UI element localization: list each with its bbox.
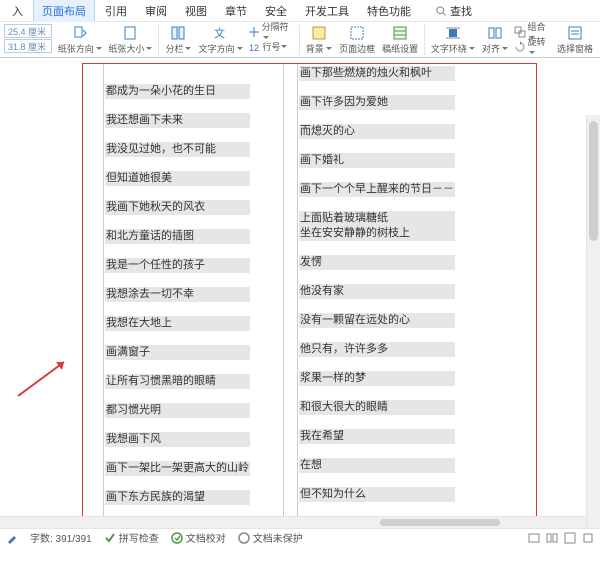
- menu-tabs: 入 页面布局 引用 审阅 视图 章节 安全 开发工具 特色功能 查找: [0, 0, 600, 22]
- page-width-input[interactable]: 25.4 厘米: [4, 24, 52, 38]
- line-numbers-button[interactable]: 12行号: [246, 39, 295, 54]
- text-line[interactable]: 画下那些燃烧的烛火和枫叶: [299, 66, 455, 81]
- margin-line: [103, 64, 104, 537]
- text-line[interactable]: 他只有，许许多多: [299, 342, 455, 357]
- text-line[interactable]: 我是一个任性的孩子: [105, 258, 250, 273]
- paper-size-icon: [122, 25, 138, 41]
- text-line[interactable]: 我画下她秋天的风衣: [105, 200, 250, 215]
- orientation-icon: [72, 25, 88, 41]
- tab-page-layout[interactable]: 页面布局: [33, 0, 95, 22]
- vertical-scrollbar[interactable]: [586, 115, 600, 528]
- text-line[interactable]: 我想涂去一切不幸: [105, 287, 250, 302]
- orientation-button[interactable]: 纸张方向: [55, 24, 105, 56]
- text-wrap-icon: [445, 25, 461, 41]
- spell-check[interactable]: 拼写检查: [104, 530, 159, 545]
- text-column-right: 画下那些燃烧的烛火和枫叶画下许多因为爱她而熄灭的心画下婚礼画下一个个早上醒来的节…: [299, 66, 455, 545]
- text-line[interactable]: 坐在安安静静的树枝上: [299, 226, 455, 241]
- word-count[interactable]: 字数: 391/391: [30, 530, 92, 545]
- svg-text:文: 文: [214, 26, 225, 40]
- separator: [158, 25, 159, 55]
- text-line[interactable]: 画下婚礼: [299, 153, 455, 168]
- tab-references[interactable]: 引用: [97, 0, 135, 22]
- view-mode-icon[interactable]: [528, 532, 540, 544]
- text-line[interactable]: 我没见过她，也不可能: [105, 142, 250, 157]
- paper-size-button[interactable]: 纸张大小: [106, 24, 156, 56]
- tab-chapter[interactable]: 章节: [217, 0, 255, 22]
- background-icon: [311, 25, 327, 41]
- proof-check[interactable]: 文档校对: [171, 530, 226, 545]
- doc-protect[interactable]: 文档未保护: [238, 530, 303, 545]
- background-button[interactable]: 背景: [302, 24, 335, 56]
- ribbon: 25.4 厘米 31.8 厘米 纸张方向 纸张大小 分栏 文 文字方向 分隔符 …: [0, 22, 600, 58]
- columns-icon: [170, 25, 186, 41]
- text-line[interactable]: 发愣: [299, 255, 455, 270]
- text-line[interactable]: 让所有习惯黑暗的眼睛: [105, 374, 250, 389]
- column-gap-line: [297, 64, 298, 537]
- paper-setting-icon: [392, 25, 408, 41]
- search-button[interactable]: 查找: [427, 0, 480, 22]
- vertical-scroll-thumb[interactable]: [589, 121, 598, 241]
- align-icon: [487, 25, 503, 41]
- paper-setting-button[interactable]: 稿纸设置: [379, 24, 421, 56]
- tab-security[interactable]: 安全: [257, 0, 295, 22]
- text-line[interactable]: 和北方童话的插图: [105, 229, 250, 244]
- text-line[interactable]: 画下一个个早上醒来的节日－－: [299, 182, 455, 197]
- search-icon: [435, 5, 447, 17]
- text-line[interactable]: 我想画下风: [105, 432, 250, 447]
- text-line[interactable]: 而熄灭的心: [299, 124, 455, 139]
- columns-button[interactable]: 分栏: [162, 24, 195, 56]
- page-border-button[interactable]: 页面边框: [336, 24, 378, 56]
- text-line[interactable]: 但知道她很美: [105, 171, 250, 186]
- page-border-icon: [349, 25, 365, 41]
- column-gap-line: [283, 64, 284, 537]
- horizontal-scroll-thumb[interactable]: [380, 519, 500, 526]
- text-line[interactable]: 我还想画下未来: [105, 113, 250, 128]
- status-bar: 字数: 391/391 拼写检查 文档校对 文档未保护: [0, 528, 600, 546]
- tab-features[interactable]: 特色功能: [359, 0, 419, 22]
- text-line[interactable]: 我想在大地上: [105, 316, 250, 331]
- status-right: [528, 532, 594, 544]
- document-canvas: 都成为一朵小花的生日我还想画下未来我没见过她，也不可能但知道她很美我画下她秋天的…: [0, 58, 600, 546]
- tab-view[interactable]: 视图: [177, 0, 215, 22]
- tab-review[interactable]: 审阅: [137, 0, 175, 22]
- tab-insert[interactable]: 入: [4, 0, 31, 22]
- document-page[interactable]: 都成为一朵小花的生日我还想画下未来我没见过她，也不可能但知道她很美我画下她秋天的…: [82, 63, 537, 538]
- text-line[interactable]: 都习惯光明: [105, 403, 250, 418]
- view-mode-icon[interactable]: [582, 532, 594, 544]
- align-button[interactable]: 对齐: [479, 24, 512, 56]
- text-direction-icon: 文: [213, 25, 229, 41]
- separator: [424, 25, 425, 55]
- text-line[interactable]: 画下一架比一架更高大的山岭: [105, 461, 250, 476]
- annotation-arrow: [16, 358, 68, 398]
- selection-pane-button[interactable]: 选择窗格: [554, 24, 596, 56]
- view-mode-icon[interactable]: [546, 532, 558, 544]
- text-line[interactable]: 他没有家: [299, 284, 455, 299]
- text-line[interactable]: 在想: [299, 458, 455, 473]
- text-line[interactable]: 画下东方民族的渴望: [105, 490, 250, 505]
- page-height-input[interactable]: 31.8 厘米: [4, 39, 52, 53]
- text-line[interactable]: 没有一颗留在远处的心: [299, 313, 455, 328]
- selection-pane-icon: [567, 25, 583, 41]
- text-line[interactable]: 我在希望: [299, 429, 455, 444]
- text-line[interactable]: 和很大很大的眼睛: [299, 400, 455, 415]
- text-line[interactable]: 上面贴着玻璃糖纸: [299, 211, 455, 226]
- pen-icon: [6, 532, 18, 544]
- text-line[interactable]: 画下许多因为爱她: [299, 95, 455, 110]
- text-wrap-button[interactable]: 文字环绕: [428, 24, 478, 56]
- text-line[interactable]: 但不知为什么: [299, 487, 455, 502]
- horizontal-scrollbar[interactable]: [0, 516, 586, 528]
- separator: [299, 25, 300, 55]
- page-size-inputs: 25.4 厘米 31.8 厘米: [4, 24, 52, 53]
- text-line[interactable]: 浆果一样的梦: [299, 371, 455, 386]
- text-direction-button[interactable]: 文 文字方向: [196, 24, 246, 56]
- search-label: 查找: [450, 3, 472, 19]
- text-line[interactable]: 都成为一朵小花的生日: [105, 84, 250, 99]
- text-column-left: 都成为一朵小花的生日我还想画下未来我没见过她，也不可能但知道她很美我画下她秋天的…: [105, 66, 250, 546]
- svg-text:12: 12: [249, 43, 259, 53]
- text-line[interactable]: 画满窗子: [105, 345, 250, 360]
- group-rotate: 组合 旋转: [512, 24, 553, 54]
- tab-devtools[interactable]: 开发工具: [297, 0, 357, 22]
- view-mode-icon[interactable]: [564, 532, 576, 544]
- breaks-button[interactable]: 分隔符: [246, 24, 295, 39]
